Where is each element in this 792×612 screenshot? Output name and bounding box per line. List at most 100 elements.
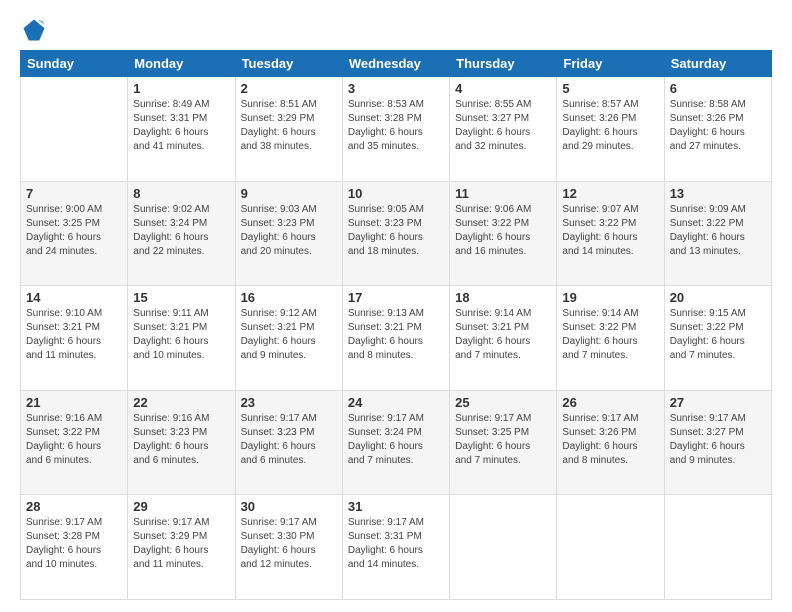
calendar-cell: 14 Sunrise: 9:10 AMSunset: 3:21 PMDayligh… <box>21 286 128 391</box>
day-number: 19 <box>562 290 658 305</box>
calendar-cell: 11 Sunrise: 9:06 AMSunset: 3:22 PMDayligh… <box>450 181 557 286</box>
calendar-cell: 16Sunrise: 9:12 AMSunset: 3:21 PMDayligh… <box>235 286 342 391</box>
calendar-cell: 2 Sunrise: 8:51 AMSunset: 3:29 PMDaylight… <box>235 77 342 182</box>
day-number: 1 <box>133 81 229 96</box>
weekday-header-friday: Friday <box>557 51 664 77</box>
day-info: Sunrise: 9:17 AMSunset: 3:31 PMDaylight:… <box>348 516 444 572</box>
day-info: Sunrise: 9:00 AMSunset: 3:25 PMDaylight:… <box>26 203 122 259</box>
day-number: 7 <box>26 186 122 201</box>
day-number: 14 <box>26 290 122 305</box>
calendar-cell: 7 Sunrise: 9:00 AMSunset: 3:25 PMDaylight… <box>21 181 128 286</box>
day-number: 29 <box>133 499 229 514</box>
day-info: Sunrise: 9:13 AMSunset: 3:21 PMDaylight:… <box>348 307 444 363</box>
day-number: 8 <box>133 186 229 201</box>
day-number: 22 <box>133 395 229 410</box>
day-info: Sunrise: 9:16 AMSunset: 3:23 PMDaylight:… <box>133 412 229 468</box>
day-number: 30 <box>241 499 337 514</box>
calendar-cell: 28Sunrise: 9:17 AMSunset: 3:28 PMDayligh… <box>21 495 128 600</box>
day-info: Sunrise: 8:53 AMSunset: 3:28 PMDaylight:… <box>348 98 444 154</box>
week-row-3: 14 Sunrise: 9:10 AMSunset: 3:21 PMDayligh… <box>21 286 772 391</box>
week-row-1: 1 Sunrise: 8:49 AMSunset: 3:31 PMDaylight… <box>21 77 772 182</box>
calendar-cell: 26 Sunrise: 9:17 AMSunset: 3:26 PMDayligh… <box>557 390 664 495</box>
day-number: 17 <box>348 290 444 305</box>
calendar-cell: 31 Sunrise: 9:17 AMSunset: 3:31 PMDayligh… <box>342 495 449 600</box>
calendar-cell <box>21 77 128 182</box>
day-number: 9 <box>241 186 337 201</box>
day-info: Sunrise: 9:14 AMSunset: 3:21 PMDaylight:… <box>455 307 551 363</box>
day-number: 13 <box>670 186 766 201</box>
day-info: Sunrise: 9:09 AMSunset: 3:22 PMDaylight:… <box>670 203 766 259</box>
calendar-cell: 12Sunrise: 9:07 AMSunset: 3:22 PMDayligh… <box>557 181 664 286</box>
day-info: Sunrise: 8:49 AMSunset: 3:31 PMDaylight:… <box>133 98 229 154</box>
day-number: 24 <box>348 395 444 410</box>
day-number: 10 <box>348 186 444 201</box>
day-number: 6 <box>670 81 766 96</box>
day-number: 25 <box>455 395 551 410</box>
calendar-cell <box>450 495 557 600</box>
calendar-cell: 5 Sunrise: 8:57 AMSunset: 3:26 PMDaylight… <box>557 77 664 182</box>
day-number: 3 <box>348 81 444 96</box>
logo <box>20 16 52 44</box>
calendar-cell: 23Sunrise: 9:17 AMSunset: 3:23 PMDayligh… <box>235 390 342 495</box>
day-info: Sunrise: 9:07 AMSunset: 3:22 PMDaylight:… <box>562 203 658 259</box>
week-row-5: 28Sunrise: 9:17 AMSunset: 3:28 PMDayligh… <box>21 495 772 600</box>
logo-icon <box>20 16 48 44</box>
calendar-cell: 25 Sunrise: 9:17 AMSunset: 3:25 PMDayligh… <box>450 390 557 495</box>
day-info: Sunrise: 9:17 AMSunset: 3:24 PMDaylight:… <box>348 412 444 468</box>
week-row-2: 7 Sunrise: 9:00 AMSunset: 3:25 PMDaylight… <box>21 181 772 286</box>
day-info: Sunrise: 9:17 AMSunset: 3:29 PMDaylight:… <box>133 516 229 572</box>
day-number: 26 <box>562 395 658 410</box>
week-row-4: 21 Sunrise: 9:16 AMSunset: 3:22 PMDayligh… <box>21 390 772 495</box>
day-info: Sunrise: 9:14 AMSunset: 3:22 PMDaylight:… <box>562 307 658 363</box>
weekday-header-saturday: Saturday <box>664 51 771 77</box>
day-info: Sunrise: 9:17 AMSunset: 3:25 PMDaylight:… <box>455 412 551 468</box>
day-info: Sunrise: 9:15 AMSunset: 3:22 PMDaylight:… <box>670 307 766 363</box>
calendar-cell: 8 Sunrise: 9:02 AMSunset: 3:24 PMDaylight… <box>128 181 235 286</box>
calendar-cell: 19 Sunrise: 9:14 AMSunset: 3:22 PMDayligh… <box>557 286 664 391</box>
calendar-cell <box>557 495 664 600</box>
day-info: Sunrise: 9:16 AMSunset: 3:22 PMDaylight:… <box>26 412 122 468</box>
calendar-table: SundayMondayTuesdayWednesdayThursdayFrid… <box>20 50 772 600</box>
day-info: Sunrise: 8:57 AMSunset: 3:26 PMDaylight:… <box>562 98 658 154</box>
page: SundayMondayTuesdayWednesdayThursdayFrid… <box>0 0 792 612</box>
calendar-cell <box>664 495 771 600</box>
day-number: 5 <box>562 81 658 96</box>
day-number: 4 <box>455 81 551 96</box>
calendar-cell: 15Sunrise: 9:11 AMSunset: 3:21 PMDayligh… <box>128 286 235 391</box>
day-info: Sunrise: 9:02 AMSunset: 3:24 PMDaylight:… <box>133 203 229 259</box>
weekday-header-tuesday: Tuesday <box>235 51 342 77</box>
day-number: 11 <box>455 186 551 201</box>
day-info: Sunrise: 9:17 AMSunset: 3:28 PMDaylight:… <box>26 516 122 572</box>
calendar-cell: 9Sunrise: 9:03 AMSunset: 3:23 PMDaylight… <box>235 181 342 286</box>
calendar-cell: 21 Sunrise: 9:16 AMSunset: 3:22 PMDayligh… <box>21 390 128 495</box>
day-number: 27 <box>670 395 766 410</box>
day-number: 20 <box>670 290 766 305</box>
calendar-cell: 17 Sunrise: 9:13 AMSunset: 3:21 PMDayligh… <box>342 286 449 391</box>
day-info: Sunrise: 9:06 AMSunset: 3:22 PMDaylight:… <box>455 203 551 259</box>
day-info: Sunrise: 9:11 AMSunset: 3:21 PMDaylight:… <box>133 307 229 363</box>
calendar-cell: 13 Sunrise: 9:09 AMSunset: 3:22 PMDayligh… <box>664 181 771 286</box>
calendar-cell: 22 Sunrise: 9:16 AMSunset: 3:23 PMDayligh… <box>128 390 235 495</box>
day-number: 21 <box>26 395 122 410</box>
day-number: 18 <box>455 290 551 305</box>
day-info: Sunrise: 9:12 AMSunset: 3:21 PMDaylight:… <box>241 307 337 363</box>
weekday-header-row: SundayMondayTuesdayWednesdayThursdayFrid… <box>21 51 772 77</box>
header <box>20 16 772 44</box>
calendar-cell: 20 Sunrise: 9:15 AMSunset: 3:22 PMDayligh… <box>664 286 771 391</box>
day-info: Sunrise: 9:10 AMSunset: 3:21 PMDaylight:… <box>26 307 122 363</box>
day-info: Sunrise: 9:17 AMSunset: 3:30 PMDaylight:… <box>241 516 337 572</box>
day-info: Sunrise: 8:51 AMSunset: 3:29 PMDaylight:… <box>241 98 337 154</box>
calendar-cell: 30 Sunrise: 9:17 AMSunset: 3:30 PMDayligh… <box>235 495 342 600</box>
day-info: Sunrise: 8:55 AMSunset: 3:27 PMDaylight:… <box>455 98 551 154</box>
day-info: Sunrise: 8:58 AMSunset: 3:26 PMDaylight:… <box>670 98 766 154</box>
calendar-cell: 4 Sunrise: 8:55 AMSunset: 3:27 PMDaylight… <box>450 77 557 182</box>
day-info: Sunrise: 9:17 AMSunset: 3:26 PMDaylight:… <box>562 412 658 468</box>
day-number: 2 <box>241 81 337 96</box>
calendar-cell: 24 Sunrise: 9:17 AMSunset: 3:24 PMDayligh… <box>342 390 449 495</box>
day-number: 31 <box>348 499 444 514</box>
calendar-cell: 29 Sunrise: 9:17 AMSunset: 3:29 PMDayligh… <box>128 495 235 600</box>
calendar-cell: 3 Sunrise: 8:53 AMSunset: 3:28 PMDaylight… <box>342 77 449 182</box>
calendar-cell: 27Sunrise: 9:17 AMSunset: 3:27 PMDayligh… <box>664 390 771 495</box>
calendar-cell: 18 Sunrise: 9:14 AMSunset: 3:21 PMDayligh… <box>450 286 557 391</box>
day-info: Sunrise: 9:05 AMSunset: 3:23 PMDaylight:… <box>348 203 444 259</box>
